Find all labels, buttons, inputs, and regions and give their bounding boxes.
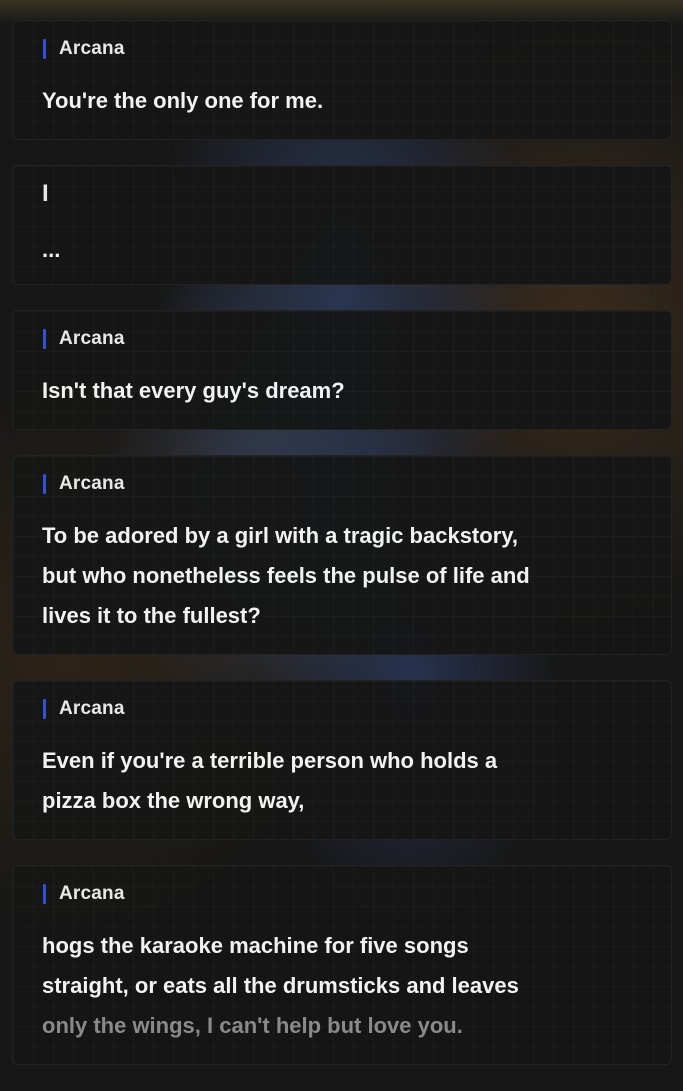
dialogue-text: hogs the karaoke machine for five songs … xyxy=(42,926,642,1046)
speaker-accent-bar xyxy=(43,884,46,904)
speaker-accent-bar xyxy=(43,699,46,719)
dialogue-entry[interactable]: Arcana Isn't that every guy's dream? xyxy=(12,310,672,430)
speaker-tag: Arcana xyxy=(43,473,125,494)
speaker-name: Arcana xyxy=(59,698,125,719)
speaker-tag: Arcana xyxy=(43,38,125,59)
speaker-tag: I xyxy=(42,180,49,207)
dialogue-text: You're the only one for me. xyxy=(42,88,324,113)
dialogue-entry[interactable]: Arcana Even if you're a terrible person … xyxy=(12,680,672,840)
dialogue-text: ... xyxy=(42,237,61,262)
dialogue-text: Even if you're a terrible person who hol… xyxy=(42,748,498,813)
speaker-marker: I xyxy=(42,180,49,207)
speaker-tag: Arcana xyxy=(43,698,125,719)
dialogue-text: To be adored by a girl with a tragic bac… xyxy=(42,523,530,628)
speaker-name: Arcana xyxy=(59,883,125,904)
speaker-name: Arcana xyxy=(59,38,125,59)
dialogue-text: Isn't that every guy's dream? xyxy=(42,378,345,403)
dialogue-text-main: hogs the karaoke machine for five songs … xyxy=(42,933,519,998)
speaker-name: Arcana xyxy=(59,473,125,494)
dialogue-entry[interactable]: Arcana To be adored by a girl with a tra… xyxy=(12,455,672,655)
background-art xyxy=(0,0,683,22)
dialogue-entry[interactable]: Arcana hogs the karaoke machine for five… xyxy=(12,865,672,1065)
speaker-tag: Arcana xyxy=(43,328,125,349)
speaker-accent-bar xyxy=(43,474,46,494)
speaker-name: Arcana xyxy=(59,328,125,349)
dialogue-log-screen: Arcana You're the only one for me. I ...… xyxy=(0,0,683,1091)
speaker-tag: Arcana xyxy=(43,883,125,904)
speaker-accent-bar xyxy=(43,329,46,349)
dialogue-text-faded: only the wings, I can't help but love yo… xyxy=(42,1013,463,1038)
speaker-accent-bar xyxy=(43,39,46,59)
dialogue-entry[interactable]: Arcana You're the only one for me. xyxy=(12,20,672,140)
dialogue-entry[interactable]: I ... xyxy=(12,165,672,285)
